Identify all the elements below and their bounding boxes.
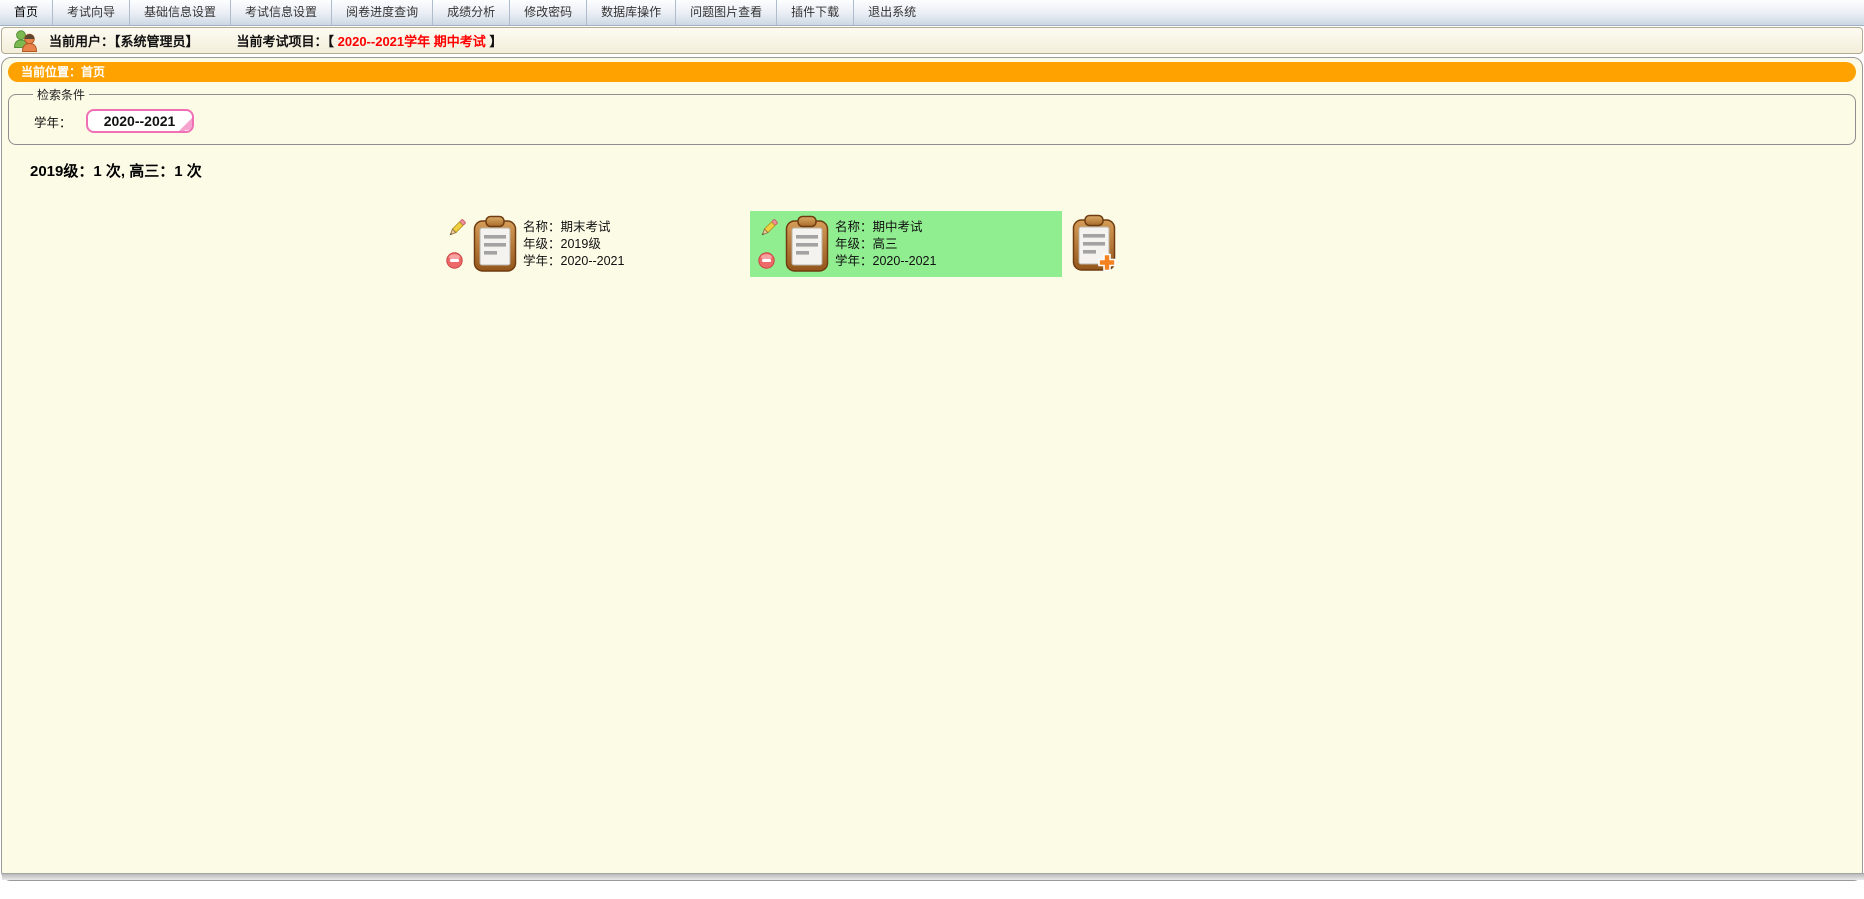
field-label-year: 学年： (523, 254, 561, 268)
exam-count-summary: 2019级：1 次, 高三：1 次 (30, 160, 1856, 181)
school-year-select[interactable]: 2020--2021 ⌄ (86, 109, 194, 133)
user-group-icon (12, 28, 39, 53)
field-label-year: 学年： (835, 254, 873, 268)
exam-card-details: 名称：期中考试 年级：高三 学年：2020--2021 (835, 211, 936, 277)
field-value-year: 2020--2021 (873, 254, 937, 268)
field-value-name: 期末考试 (561, 220, 611, 234)
menu-item-change-password[interactable]: 修改密码 (509, 0, 586, 25)
school-year-value: 2020--2021 (104, 113, 176, 129)
delete-minus-icon[interactable] (758, 252, 780, 269)
breadcrumb: 当前位置：首页 (8, 62, 1856, 82)
user-status-bar: 当前用户：【系统管理员】 当前考试项目：【 2020--2021学年 期中考试 … (1, 27, 1863, 54)
menu-item-plugin-download[interactable]: 插件下载 (776, 0, 853, 25)
search-criteria-legend: 检索条件 (33, 86, 89, 103)
add-exam-clipboard-plus-icon[interactable] (1072, 211, 1118, 274)
menu-item-exam-info-settings[interactable]: 考试信息设置 (230, 0, 331, 25)
field-label-grade: 年级： (835, 237, 873, 251)
exam-card-row: 名称：期末考试 年级：2019级 学年：2020--2021 (438, 211, 1856, 277)
field-value-name: 期中考试 (873, 220, 923, 234)
field-value-grade: 2019级 (561, 237, 601, 251)
exam-card-midterm[interactable]: 名称：期中考试 年级：高三 学年：2020--2021 (750, 211, 1062, 277)
current-project-suffix: 】 (486, 31, 503, 50)
top-menu-bar: 首页 考试向导 基础信息设置 考试信息设置 阅卷进度查询 成绩分析 修改密码 数… (0, 0, 1864, 26)
menu-item-score-analysis[interactable]: 成绩分析 (432, 0, 509, 25)
menu-item-database-ops[interactable]: 数据库操作 (586, 0, 675, 25)
horizontal-scrollbar[interactable] (2, 873, 1864, 880)
clipboard-icon[interactable] (469, 211, 523, 277)
exam-card-final[interactable]: 名称：期末考试 年级：2019级 学年：2020--2021 (438, 211, 750, 277)
delete-minus-icon[interactable] (446, 252, 468, 269)
field-value-year: 2020--2021 (561, 254, 625, 268)
field-label-grade: 年级： (523, 237, 561, 251)
current-project-name: 2020--2021学年 期中考试 (338, 31, 486, 50)
current-project-prefix: 当前考试项目：【 (237, 31, 338, 50)
school-year-label: 学年： (34, 112, 72, 131)
field-label-name: 名称： (523, 220, 561, 234)
menu-item-logout[interactable]: 退出系统 (853, 0, 930, 25)
field-value-grade: 高三 (873, 237, 898, 251)
chevron-down-glyph: ⌄ (183, 125, 191, 133)
menu-item-marking-progress[interactable]: 阅卷进度查询 (331, 0, 432, 25)
edit-pencil-icon[interactable] (758, 217, 780, 239)
field-label-name: 名称： (835, 220, 873, 234)
menu-item-home[interactable]: 首页 (0, 0, 52, 25)
menu-item-problem-images[interactable]: 问题图片查看 (675, 0, 776, 25)
menu-item-exam-wizard[interactable]: 考试向导 (52, 0, 129, 25)
current-user-text: 当前用户：【系统管理员】 (49, 31, 199, 50)
clipboard-icon[interactable] (781, 211, 835, 277)
menu-item-basic-info-settings[interactable]: 基础信息设置 (129, 0, 230, 25)
main-content-panel: 当前位置：首页 检索条件 学年： 2020--2021 ⌄ 2019级：1 次,… (1, 57, 1863, 881)
edit-pencil-icon[interactable] (446, 217, 468, 239)
search-criteria-panel: 检索条件 学年： 2020--2021 ⌄ (8, 86, 1856, 145)
exam-card-details: 名称：期末考试 年级：2019级 学年：2020--2021 (523, 211, 624, 277)
